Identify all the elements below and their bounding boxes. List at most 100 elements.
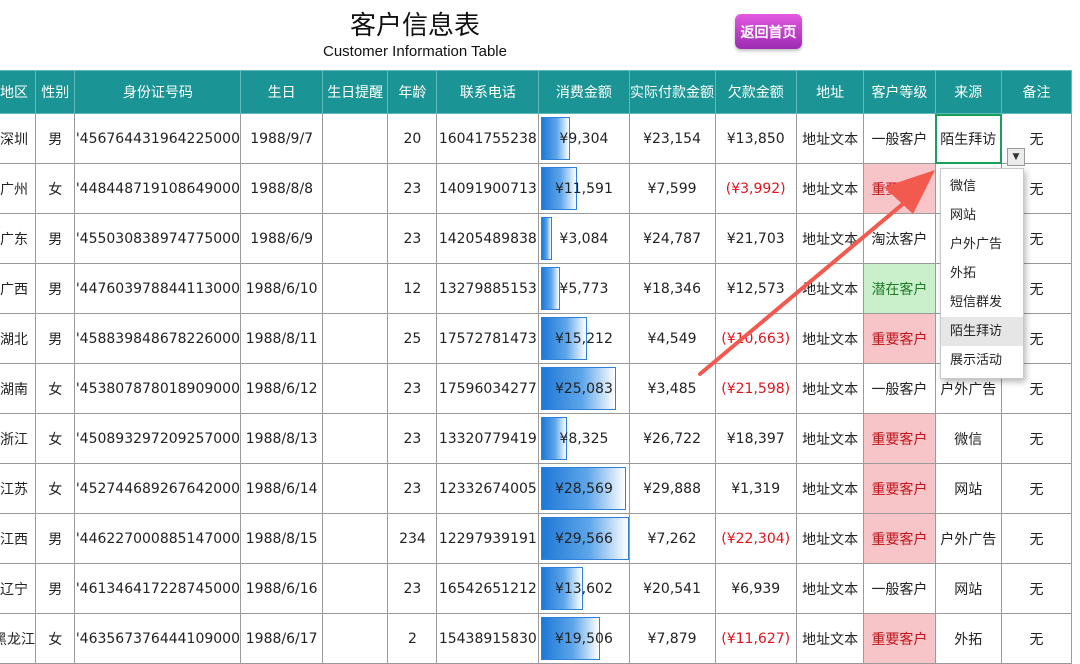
cell-age[interactable]: 12 [387, 263, 438, 314]
cell-region[interactable]: 江苏 [0, 463, 36, 514]
cell-address[interactable]: 地址文本 [795, 513, 865, 564]
cell-paid[interactable]: ¥18,346 [628, 263, 716, 314]
cell-level[interactable]: 一般客户 [863, 563, 936, 614]
back-home-button[interactable]: 返回首页 [735, 14, 802, 49]
cell-phone[interactable]: 17572781473 [436, 313, 540, 364]
cell-note[interactable]: 无 [1001, 563, 1072, 614]
cell-birthday-reminder[interactable] [321, 113, 389, 164]
header-cell[interactable]: 联系电话 [436, 70, 540, 114]
cell-birthday[interactable]: 1988/6/12 [240, 363, 323, 414]
cell-id-number[interactable]: '455030838974775000 [74, 213, 242, 264]
dropdown-option[interactable]: 外拓 [941, 259, 1023, 288]
cell-birthday[interactable]: 1988/6/9 [240, 213, 323, 264]
cell-source[interactable]: 微信 [934, 413, 1003, 464]
cell-level[interactable]: 潜在客户 [863, 263, 936, 314]
cell-paid[interactable]: ¥4,549 [628, 313, 716, 364]
cell-source[interactable]: 网站 [934, 463, 1003, 514]
cell-note[interactable]: 无 [1001, 513, 1072, 564]
cell-age[interactable]: 23 [387, 163, 438, 214]
cell-age[interactable]: 23 [387, 463, 438, 514]
cell-phone[interactable]: 13279885153 [436, 263, 540, 314]
cell-birthday[interactable]: 1988/6/14 [240, 463, 323, 514]
cell-gender[interactable]: 女 [34, 463, 76, 514]
cell-debt[interactable]: ¥13,850 [714, 113, 797, 164]
dropdown-option[interactable]: 陌生拜访 [941, 317, 1023, 346]
cell-birthday[interactable]: 1988/8/15 [240, 513, 323, 564]
cell-phone[interactable]: 12297939191 [436, 513, 540, 564]
cell-region[interactable]: 湖南 [0, 363, 36, 414]
cell-source[interactable]: 陌生拜访 [934, 113, 1003, 164]
cell-id-number[interactable]: '456764431964225000 [74, 113, 242, 164]
cell-debt[interactable]: (¥11,627) [714, 613, 797, 664]
cell-id-number[interactable]: '461346417228745000 [74, 563, 242, 614]
header-cell[interactable]: 来源 [934, 70, 1003, 114]
cell-level[interactable]: 一般客户 [863, 363, 936, 414]
cell-id-number[interactable]: '453807878018909000 [74, 363, 242, 414]
cell-age[interactable]: 234 [387, 513, 438, 564]
cell-paid[interactable]: ¥26,722 [628, 413, 716, 464]
cell-gender[interactable]: 男 [34, 313, 76, 364]
cell-phone[interactable]: 13320779419 [436, 413, 540, 464]
cell-id-number[interactable]: '463567376444109000 [74, 613, 242, 664]
cell-age[interactable]: 23 [387, 363, 438, 414]
header-cell[interactable]: 消费金额 [538, 70, 630, 114]
cell-paid[interactable]: ¥7,599 [628, 163, 716, 214]
cell-debt[interactable]: ¥1,319 [714, 463, 797, 514]
cell-id-number[interactable]: '448448719108649000 [74, 163, 242, 214]
cell-note[interactable]: 无 [1001, 613, 1072, 664]
cell-phone[interactable]: 16542651212 [436, 563, 540, 614]
cell-birthday-reminder[interactable] [321, 563, 389, 614]
cell-spend[interactable]: ¥3,084 [538, 213, 630, 264]
cell-spend[interactable]: ¥5,773 [538, 263, 630, 314]
header-cell[interactable]: 身份证号码 [74, 70, 242, 114]
cell-id-number[interactable]: '450893297209257000 [74, 413, 242, 464]
cell-birthday-reminder[interactable] [321, 163, 389, 214]
header-cell[interactable]: 年龄 [387, 70, 438, 114]
cell-paid[interactable]: ¥7,879 [628, 613, 716, 664]
cell-level[interactable]: 重要客户 [863, 313, 936, 364]
cell-debt[interactable]: (¥3,992) [714, 163, 797, 214]
cell-birthday[interactable]: 1988/8/13 [240, 413, 323, 464]
cell-address[interactable]: 地址文本 [795, 213, 865, 264]
cell-region[interactable]: 辽宁 [0, 563, 36, 614]
cell-spend[interactable]: ¥13,602 [538, 563, 630, 614]
cell-paid[interactable]: ¥24,787 [628, 213, 716, 264]
cell-spend[interactable]: ¥8,325 [538, 413, 630, 464]
header-cell[interactable]: 性别 [34, 70, 76, 114]
header-cell[interactable]: 生日 [240, 70, 323, 114]
cell-birthday-reminder[interactable] [321, 263, 389, 314]
cell-age[interactable]: 25 [387, 313, 438, 364]
cell-id-number[interactable]: '446227000885147000 [74, 513, 242, 564]
cell-region[interactable]: 广西 [0, 263, 36, 314]
cell-spend[interactable]: ¥25,083 [538, 363, 630, 414]
cell-spend[interactable]: ¥29,566 [538, 513, 630, 564]
cell-birthday-reminder[interactable] [321, 213, 389, 264]
cell-paid[interactable]: ¥3,485 [628, 363, 716, 414]
cell-level[interactable]: 重要客户 [863, 463, 936, 514]
cell-region[interactable]: 浙江 [0, 413, 36, 464]
cell-level[interactable]: 重要客户 [863, 613, 936, 664]
cell-source[interactable]: 户外广告 [934, 513, 1003, 564]
cell-debt[interactable]: (¥10,663) [714, 313, 797, 364]
cell-birthday-reminder[interactable] [321, 313, 389, 364]
cell-birthday-reminder[interactable] [321, 363, 389, 414]
cell-phone[interactable]: 16041755238 [436, 113, 540, 164]
header-cell[interactable]: 备注 [1001, 70, 1072, 114]
cell-debt[interactable]: ¥6,939 [714, 563, 797, 614]
cell-gender[interactable]: 男 [34, 263, 76, 314]
cell-age[interactable]: 23 [387, 413, 438, 464]
cell-paid[interactable]: ¥7,262 [628, 513, 716, 564]
cell-id-number[interactable]: '458839848678226000 [74, 313, 242, 364]
cell-level[interactable]: 一般客户 [863, 113, 936, 164]
cell-birthday[interactable]: 1988/8/8 [240, 163, 323, 214]
cell-phone[interactable]: 12332674005 [436, 463, 540, 514]
cell-spend[interactable]: ¥9,304 [538, 113, 630, 164]
cell-paid[interactable]: ¥23,154 [628, 113, 716, 164]
header-cell[interactable]: 客户等级 [863, 70, 936, 114]
header-cell[interactable]: 地区 [0, 70, 36, 114]
cell-birthday[interactable]: 1988/9/7 [240, 113, 323, 164]
cell-gender[interactable]: 男 [34, 213, 76, 264]
cell-region[interactable]: 广州 [0, 163, 36, 214]
cell-address[interactable]: 地址文本 [795, 313, 865, 364]
cell-phone[interactable]: 17596034277 [436, 363, 540, 414]
